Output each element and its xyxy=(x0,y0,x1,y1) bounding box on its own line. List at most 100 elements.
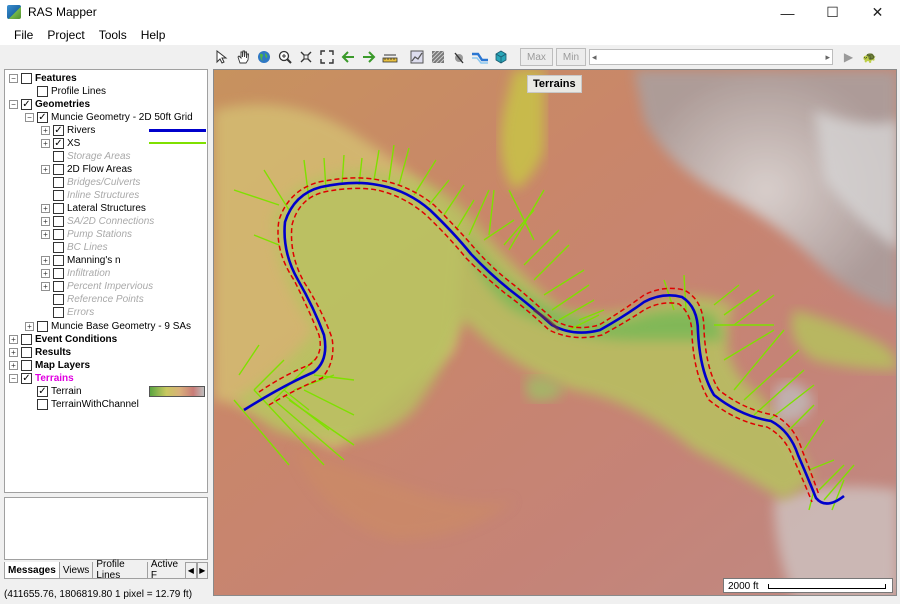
checkbox[interactable] xyxy=(53,229,64,240)
tree-row-geometries[interactable]: − ✓ Geometries xyxy=(9,98,90,111)
profile-plot-icon[interactable] xyxy=(407,48,426,67)
animation-speed-icon[interactable]: 🐢 xyxy=(860,48,879,67)
flow-tool-icon[interactable] xyxy=(449,48,468,67)
checkbox[interactable]: ✓ xyxy=(53,125,64,136)
expander-icon[interactable]: − xyxy=(9,74,18,83)
zoom-in-icon[interactable] xyxy=(275,48,294,67)
full-extent-icon[interactable] xyxy=(317,48,336,67)
time-slider[interactable]: ◂ ▸ xyxy=(589,49,834,65)
menu-file[interactable]: File xyxy=(7,28,40,42)
checkbox[interactable] xyxy=(53,268,64,279)
minimize-button[interactable]: — xyxy=(765,0,810,25)
slider-left-arrow-icon[interactable]: ◂ xyxy=(592,52,597,63)
checkbox[interactable] xyxy=(53,177,64,188)
expander-icon[interactable]: + xyxy=(41,256,50,265)
expander-icon[interactable]: + xyxy=(9,361,18,370)
checkbox[interactable] xyxy=(21,347,32,358)
water-profile-icon[interactable] xyxy=(470,48,489,67)
checkbox[interactable]: ✓ xyxy=(37,386,48,397)
checkbox[interactable] xyxy=(37,321,48,332)
expander-icon[interactable]: + xyxy=(41,204,50,213)
expander-icon[interactable]: + xyxy=(41,139,50,148)
tree-row-rivers[interactable]: + ✓ Rivers xyxy=(41,124,95,137)
expander-icon[interactable]: − xyxy=(9,374,18,383)
tree-row-reference-points[interactable]: Reference Points xyxy=(53,293,144,306)
checkbox[interactable] xyxy=(53,164,64,175)
expander-icon[interactable]: − xyxy=(9,100,18,109)
close-button[interactable]: ✕ xyxy=(855,0,900,25)
checkbox[interactable] xyxy=(53,151,64,162)
checkbox[interactable] xyxy=(21,334,32,345)
pointer-icon[interactable] xyxy=(212,48,231,67)
tree-row-results[interactable]: + Results xyxy=(9,346,71,359)
tree-row-mannings-n[interactable]: + Manning's n xyxy=(41,254,121,267)
checkbox[interactable] xyxy=(37,399,48,410)
maximize-button[interactable]: ☐ xyxy=(810,0,855,25)
expander-icon[interactable]: + xyxy=(41,269,50,278)
tree-row-muncie-geometry[interactable]: − ✓ Muncie Geometry - 2D 50ft Grid xyxy=(25,111,193,124)
tree-row-event-conditions[interactable]: + Event Conditions xyxy=(9,333,117,346)
expander-icon[interactable]: + xyxy=(9,348,18,357)
checkbox[interactable]: ✓ xyxy=(37,112,48,123)
checkbox[interactable]: ✓ xyxy=(53,138,64,149)
terrain-hatch-icon[interactable] xyxy=(428,48,447,67)
checkbox[interactable] xyxy=(53,216,64,227)
checkbox[interactable]: ✓ xyxy=(21,99,32,110)
menu-help[interactable]: Help xyxy=(134,28,173,42)
tab-profile-lines[interactable]: Profile Lines xyxy=(92,559,148,581)
tree-row-terrain[interactable]: ✓ Terrain xyxy=(37,385,82,398)
menu-tools[interactable]: Tools xyxy=(92,28,134,42)
tree-row-pump-stations[interactable]: + Pump Stations xyxy=(41,228,132,241)
back-arrow-icon[interactable] xyxy=(338,48,357,67)
checkbox[interactable] xyxy=(21,73,32,84)
measure-ruler-icon[interactable] xyxy=(380,48,399,67)
zoom-out-icon[interactable] xyxy=(296,48,315,67)
tree-row-terrain-with-channel[interactable]: TerrainWithChannel xyxy=(37,398,139,411)
tree-row-sa-2d-connections[interactable]: + SA/2D Connections xyxy=(41,215,154,228)
map-view[interactable]: Terrains 2000 ft xyxy=(213,69,897,596)
checkbox[interactable] xyxy=(53,294,64,305)
tree-row-profile-lines[interactable]: Profile Lines xyxy=(37,85,106,98)
min-button[interactable]: Min xyxy=(555,48,587,66)
tree-row-map-layers[interactable]: + Map Layers xyxy=(9,359,90,372)
tree-row-bc-lines[interactable]: BC Lines xyxy=(53,241,108,254)
tree-row-muncie-base-geometry[interactable]: + Muncie Base Geometry - 9 SAs xyxy=(25,320,191,333)
tree-row-features[interactable]: − Features xyxy=(9,72,77,85)
play-icon[interactable]: ▶ xyxy=(839,48,858,67)
checkbox[interactable] xyxy=(53,203,64,214)
tab-messages[interactable]: Messages xyxy=(4,562,60,579)
expander-icon[interactable]: + xyxy=(41,165,50,174)
checkbox[interactable]: ✓ xyxy=(21,373,32,384)
expander-icon[interactable]: + xyxy=(41,126,50,135)
tabs-scroll-right-icon[interactable]: ▶ xyxy=(196,562,209,579)
expander-icon[interactable]: + xyxy=(9,335,18,344)
tree-row-inline-structures[interactable]: Inline Structures xyxy=(53,189,139,202)
tree-row-bridges-culverts[interactable]: Bridges/Culverts xyxy=(53,176,140,189)
expander-icon[interactable]: + xyxy=(41,217,50,226)
forward-arrow-icon[interactable] xyxy=(359,48,378,67)
3d-view-icon[interactable] xyxy=(491,48,510,67)
slider-right-arrow-icon[interactable]: ▸ xyxy=(826,52,831,63)
tree-row-lateral-structures[interactable]: + Lateral Structures xyxy=(41,202,146,215)
tabs-scroll-left-icon[interactable]: ◀ xyxy=(185,562,197,579)
tab-views[interactable]: Views xyxy=(58,562,94,579)
checkbox[interactable] xyxy=(53,190,64,201)
expander-icon[interactable]: + xyxy=(25,322,34,331)
tree-row-xs[interactable]: + ✓ XS xyxy=(41,137,80,150)
checkbox[interactable] xyxy=(21,360,32,371)
tree-row-percent-impervious[interactable]: + Percent Impervious xyxy=(41,280,153,293)
checkbox[interactable] xyxy=(53,242,64,253)
expander-icon[interactable]: + xyxy=(41,282,50,291)
checkbox[interactable] xyxy=(37,86,48,97)
globe-icon[interactable] xyxy=(254,48,273,67)
tree-row-terrains[interactable]: − ✓ Terrains xyxy=(9,372,74,385)
tree-row-2d-flow-areas[interactable]: + 2D Flow Areas xyxy=(41,163,132,176)
menu-project[interactable]: Project xyxy=(40,28,91,42)
checkbox[interactable] xyxy=(53,307,64,318)
tab-active-features[interactable]: Active F xyxy=(146,559,187,581)
expander-icon[interactable]: + xyxy=(41,230,50,239)
checkbox[interactable] xyxy=(53,281,64,292)
terrain-map-canvas[interactable] xyxy=(214,70,897,596)
pan-hand-icon[interactable] xyxy=(233,48,252,67)
expander-icon[interactable]: − xyxy=(25,113,34,122)
